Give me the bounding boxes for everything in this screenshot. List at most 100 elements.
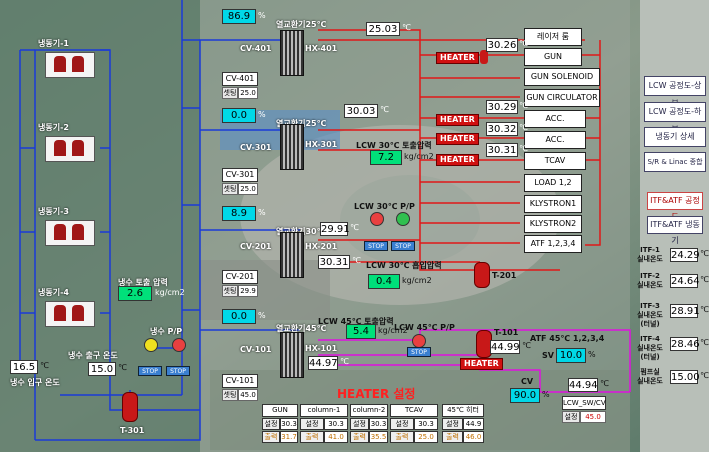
heater-gun-unit: ℃ <box>519 39 528 48</box>
heater-output-value: 25.0 <box>414 431 438 443</box>
lcw30-supply-value: 7.2 <box>370 150 402 165</box>
room-temp-value: 15.00 <box>670 370 700 384</box>
cv101-set-label: 셋팅 <box>222 389 238 401</box>
cv201-set-value[interactable]: 29.9 <box>238 285 258 297</box>
lcw-sw-cv-label: LCW_SW/CV <box>562 396 606 410</box>
chiller-4[interactable] <box>45 301 95 327</box>
pump-1-icon[interactable] <box>144 338 158 352</box>
chiller-3[interactable] <box>45 220 95 246</box>
lcw45-out-temp-value: 44.94 <box>568 378 598 392</box>
nav-chiller-detail-button[interactable]: 냉동기 상세 <box>644 127 706 147</box>
hx201-label: HX-201 <box>305 242 338 251</box>
lcw30-pump-2-stop-button[interactable]: STOP <box>391 241 415 251</box>
heater-setting-col-header: column-1 <box>300 404 348 417</box>
heater-setting-value[interactable]: 30.3 <box>324 418 348 430</box>
hx101-label: HX-101 <box>305 344 338 353</box>
lcw-sw-cv-set-value[interactable]: 45.0 <box>580 411 606 423</box>
heater-setting-value[interactable]: 30.3 <box>280 418 298 430</box>
tank-t301-label: T-301 <box>120 426 145 435</box>
nav-sr-linac-button[interactable]: S/R & Linac 종합 <box>644 152 706 172</box>
heater-setting-value[interactable]: 30.3 <box>414 418 438 430</box>
lcw45-heater[interactable]: HEATER <box>460 358 503 370</box>
heater-setting-row-label: 설정 <box>390 418 414 430</box>
cv301-label: CV-301 <box>240 143 272 152</box>
inlet-temp-label: 냉수 입구 온도 <box>10 378 60 387</box>
pump-2-stop-button[interactable]: STOP <box>166 366 190 376</box>
chiller-2[interactable] <box>45 136 95 162</box>
hx201-in-temp-value: 29.91 <box>320 222 350 236</box>
heater-setting-row-label: 설정 <box>262 418 280 430</box>
lcw30-pump-1-icon[interactable] <box>370 212 384 226</box>
heater-gun[interactable]: HEATER <box>436 52 479 64</box>
lcw45-cv-value: 90.0 <box>510 388 540 403</box>
lcw45-cv-label: CV <box>521 377 534 386</box>
room-temp-label: ITF-1 실내온도 <box>637 246 663 263</box>
lcw45-pump-icon[interactable] <box>412 334 426 348</box>
load-tcav[interactable]: TCAV <box>524 152 586 170</box>
cv301-set-value[interactable]: 25.0 <box>238 183 258 195</box>
room-temp-unit: ℃ <box>700 305 709 314</box>
tank-t301-icon <box>122 392 138 422</box>
heater-setting-col-header: GUN <box>262 404 298 417</box>
heater-setting-value[interactable]: 44.9 <box>463 418 484 430</box>
room-temp-label: ITF-4 실내온도 (터널) <box>637 335 663 361</box>
inlet-temp-value: 16.5 <box>10 360 38 374</box>
cv201-valve-unit: % <box>258 208 266 217</box>
heater-acc1-temp: 30.29 <box>486 100 518 114</box>
heater-tcav-unit: ℃ <box>519 144 528 153</box>
heater-output-row-label: 출력 <box>300 431 324 443</box>
supply-pressure-unit: kg/cm2 <box>155 288 185 297</box>
load-gun-circulator[interactable]: GUN CIRCULATOR <box>524 89 600 107</box>
lcw30-pump-1-stop-button[interactable]: STOP <box>364 241 388 251</box>
load-acc-column2[interactable]: ACC. COLUMN2 <box>524 131 586 160</box>
heater-acc1[interactable]: HEATER <box>436 114 479 126</box>
heater-output-row-label: 출력 <box>350 431 369 443</box>
lcw30-pp-label: LCW 30℃ P/P <box>354 202 415 211</box>
load-atf[interactable]: ATF 1,2,3,4 <box>524 235 582 253</box>
nav-itf-atf-process-button[interactable]: ITF&ATF 공정도 <box>647 192 703 221</box>
lcw45-sv-label: SV <box>542 351 554 360</box>
lcw45-atf-label: ATF 45℃ 1,2,3,4 <box>530 334 605 343</box>
cv101-set-value[interactable]: 45.0 <box>238 389 258 401</box>
lcw30-pump-2-icon[interactable] <box>396 212 410 226</box>
heater-gun-temp: 30.26 <box>486 38 518 52</box>
load-gun[interactable]: GUN <box>524 48 582 66</box>
cv401-name-box: CV-401 <box>222 72 258 86</box>
load-gun-solenoid[interactable]: GUN SOLENOID <box>524 68 600 86</box>
hx201-temp-unit: ℃ <box>352 256 361 265</box>
room-temp-label: ITF-2 실내온도 <box>637 272 663 289</box>
hx301-exchanger[interactable] <box>280 124 304 170</box>
lcw45-pump-stop-button[interactable]: STOP <box>407 347 431 357</box>
hx101-exchanger[interactable] <box>280 332 304 378</box>
heater-setting-col-header: column-2 <box>350 404 388 417</box>
hx201-in-temp-unit: ℃ <box>350 223 359 232</box>
chiller-2-label: 냉동기-2 <box>38 123 69 132</box>
tank-t201-icon <box>474 262 490 288</box>
heater-acc2[interactable]: HEATER <box>436 133 479 145</box>
load-load12[interactable]: LOAD 1,2 <box>524 174 582 192</box>
hx401-exchanger[interactable] <box>280 30 304 76</box>
pump-1-stop-button[interactable]: STOP <box>138 366 162 376</box>
nav-lcw-upper-button[interactable]: LCW 공정도-상부 <box>644 76 706 108</box>
load-laser-room[interactable]: 레이저 룸 <box>524 28 582 46</box>
load-klystron2[interactable]: KLYSTRON2 <box>524 215 582 233</box>
lcw45-out-temp-unit: ℃ <box>600 379 609 388</box>
hx301-temp-unit: ℃ <box>380 105 389 114</box>
nav-itf-atf-chiller-button[interactable]: ITF&ATF 냉동기 <box>647 216 703 245</box>
room-temp-value: 24.29 <box>670 248 700 262</box>
heater-setting-title: HEATER 설정 <box>337 387 416 401</box>
nav-lcw-lower-button[interactable]: LCW 공정도-하부 <box>644 102 706 134</box>
hx201-exchanger[interactable] <box>280 232 304 278</box>
pump-2-icon[interactable] <box>172 338 186 352</box>
heater-tcav[interactable]: HEATER <box>436 154 479 166</box>
heater-output-row-label: 출력 <box>390 431 414 443</box>
load-klystron1[interactable]: KLYSTRON1 <box>524 195 582 213</box>
lcw45-sv-unit: % <box>588 350 596 359</box>
cv401-set-label: 셋팅 <box>222 87 238 99</box>
cv401-set-value[interactable]: 25.0 <box>238 87 258 99</box>
outlet-temp-value: 15.0 <box>88 362 116 376</box>
chiller-1[interactable] <box>45 52 95 78</box>
heater-setting-value[interactable]: 30.3 <box>369 418 388 430</box>
room-temp-unit: ℃ <box>700 371 709 380</box>
load-acc-column1[interactable]: ACC. COLUMN1 <box>524 110 586 139</box>
